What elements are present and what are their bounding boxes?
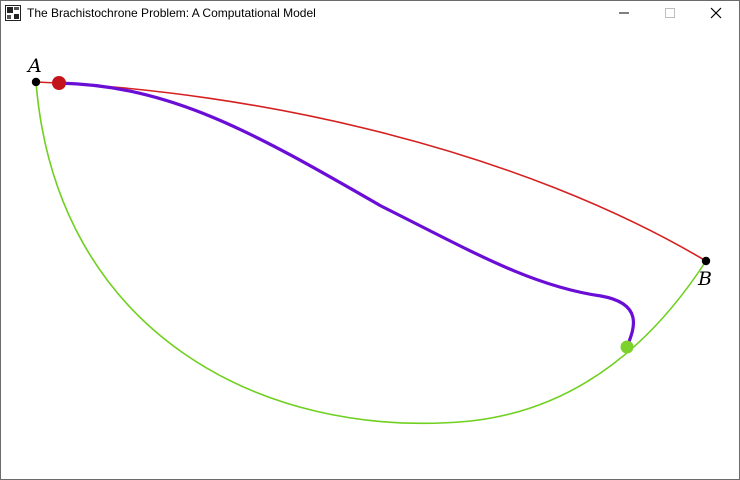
- app-window-icon: [5, 4, 21, 21]
- point-a-label: A: [26, 55, 42, 77]
- point-b-marker: [701, 256, 711, 266]
- window-controls: [601, 1, 739, 24]
- maximize-button[interactable]: [647, 1, 693, 24]
- point-a-marker: [31, 77, 41, 87]
- purple-curve: [57, 81, 635, 349]
- maximize-icon: [665, 7, 675, 18]
- green-ball[interactable]: [620, 340, 634, 354]
- window-title: The Brachistochrone Problem: A Computati…: [27, 5, 316, 20]
- brachistochrone-scene: A B: [26, 55, 712, 425]
- close-icon: [710, 7, 722, 18]
- red-curve: [35, 81, 707, 262]
- green-curve: [35, 81, 707, 425]
- red-ball[interactable]: [52, 76, 66, 90]
- minimize-button[interactable]: [601, 1, 647, 24]
- point-b-label: B: [697, 268, 712, 290]
- simulation-canvas: A B: [1, 24, 739, 479]
- minimize-icon: [619, 12, 629, 13]
- app-window: The Brachistochrone Problem: A Computati…: [0, 0, 740, 480]
- title-bar[interactable]: The Brachistochrone Problem: A Computati…: [1, 1, 739, 24]
- close-button[interactable]: [693, 1, 739, 24]
